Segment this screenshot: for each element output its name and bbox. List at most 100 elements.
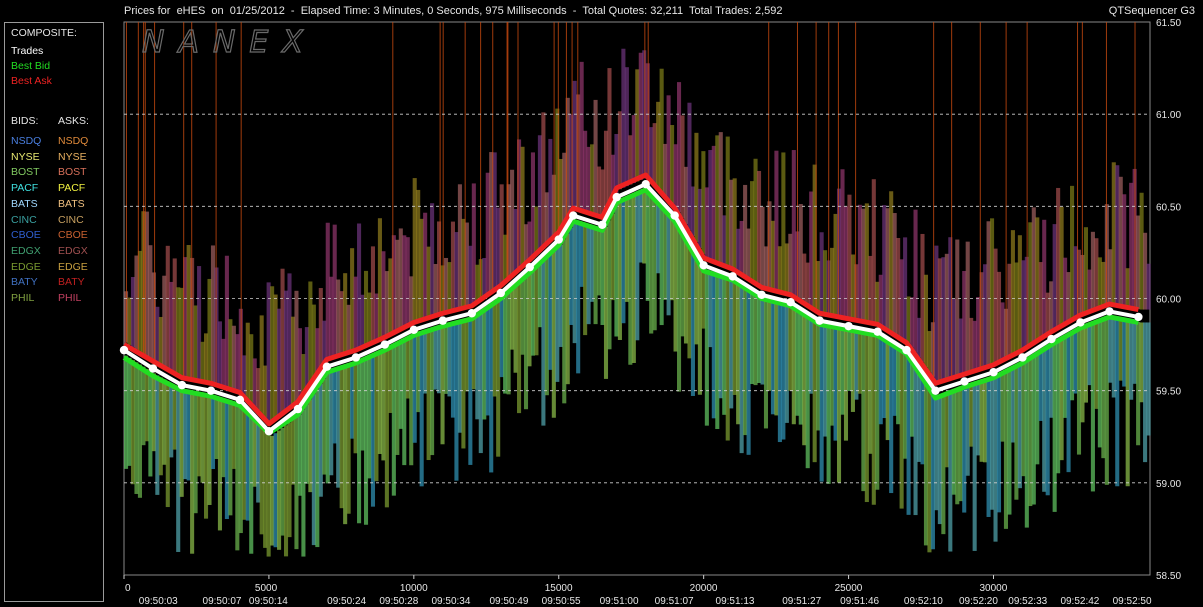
y-tick-label: 61.00 xyxy=(1156,110,1181,121)
time-tick-label: 09:50:49 xyxy=(489,596,528,607)
bid-depth-band xyxy=(819,326,824,482)
bid-depth-band xyxy=(523,277,529,410)
ask-depth-band xyxy=(329,276,334,359)
ask-depth-band xyxy=(1118,176,1123,306)
ask-depth-band xyxy=(722,215,727,266)
bid-depth-band xyxy=(597,228,602,296)
bid-depth-band xyxy=(228,401,233,516)
ask-depth-band xyxy=(777,246,782,292)
ask-depth-band xyxy=(249,334,254,403)
bid-depth-band xyxy=(270,435,275,546)
ask-depth-band xyxy=(419,218,424,321)
ask-depth-band xyxy=(482,258,487,299)
bid-depth-band xyxy=(621,200,626,324)
trade-point xyxy=(264,427,274,436)
bid-depth-band xyxy=(1073,331,1078,394)
ask-depth-band xyxy=(628,135,633,185)
time-tick-label: 09:52:10 xyxy=(904,596,943,607)
bid-depth-band xyxy=(423,332,428,394)
ask-depth-band xyxy=(889,191,894,332)
bid-depth-band xyxy=(1028,359,1033,507)
ask-depth-band xyxy=(318,288,323,372)
time-tick-label: 09:52:33 xyxy=(1008,596,1047,607)
bid-depth-band xyxy=(141,366,146,446)
ask-depth-band xyxy=(944,253,949,381)
bid-depth-band xyxy=(878,337,883,425)
ask-depth-band xyxy=(579,61,584,211)
bid-depth-band xyxy=(367,357,372,479)
bid-depth-band xyxy=(1003,372,1009,529)
time-tick-label: 09:51:00 xyxy=(600,596,639,607)
ask-depth-band xyxy=(443,257,449,313)
bid-depth-band xyxy=(322,379,327,475)
bid-depth-band xyxy=(913,365,918,516)
bid-depth-band xyxy=(1132,321,1137,384)
bid-depth-band xyxy=(280,427,285,536)
ask-depth-band xyxy=(868,255,873,323)
bid-depth-band xyxy=(614,207,619,337)
bid-depth-band xyxy=(990,378,995,510)
ask-depth-band xyxy=(496,207,501,289)
ask-depth-band xyxy=(370,246,376,344)
ask-depth-band xyxy=(930,322,935,377)
ask-depth-band xyxy=(325,222,330,362)
ask-depth-band xyxy=(304,327,309,392)
ask-depth-band xyxy=(485,172,490,297)
ask-depth-band xyxy=(788,233,793,295)
ask-depth-band xyxy=(941,257,946,382)
time-tick-label: 09:50:07 xyxy=(203,596,242,607)
ask-depth-band xyxy=(346,304,351,354)
bid-depth-band xyxy=(628,197,633,365)
ask-depth-band xyxy=(242,355,247,396)
bid-depth-band xyxy=(590,226,595,302)
bid-depth-band xyxy=(391,346,396,496)
bid-depth-band xyxy=(541,261,546,426)
ask-depth-band xyxy=(704,187,709,259)
bid-depth-band xyxy=(743,288,748,436)
x-tick-label: 30000 xyxy=(979,583,1007,594)
bid-depth-band xyxy=(941,394,946,535)
ask-depth-band xyxy=(1056,187,1061,330)
bid-depth-band xyxy=(172,385,177,450)
ask-depth-band xyxy=(367,292,372,345)
bid-depth-band xyxy=(402,341,407,466)
ask-depth-band xyxy=(332,224,337,358)
bid-depth-band xyxy=(485,309,490,416)
ask-depth-band xyxy=(725,136,730,267)
time-tick-label: 09:51:27 xyxy=(782,596,821,607)
ask-depth-band xyxy=(649,127,654,181)
bid-depth-band xyxy=(673,219,678,352)
ask-depth-band xyxy=(774,150,779,291)
trade-point xyxy=(496,288,505,298)
trade-point xyxy=(322,362,332,371)
trade-point xyxy=(235,395,245,405)
time-tick-label: 09:50:24 xyxy=(327,596,366,607)
bid-depth-band xyxy=(624,199,629,302)
bid-depth-band xyxy=(1083,326,1088,403)
bid-depth-band xyxy=(203,394,209,519)
ask-depth-band xyxy=(179,287,184,377)
ask-depth-band xyxy=(544,192,549,246)
bid-depth-band xyxy=(996,375,1002,513)
bid-depth-band xyxy=(579,223,584,287)
ask-depth-band xyxy=(203,333,209,382)
bid-depth-band xyxy=(471,318,476,390)
ask-depth-band xyxy=(802,253,807,303)
ask-depth-band xyxy=(875,281,880,324)
bid-depth-band xyxy=(562,239,567,404)
time-tick-label: 09:50:03 xyxy=(139,596,178,607)
ask-depth-band xyxy=(280,268,285,415)
bid-depth-band xyxy=(847,331,852,392)
trade-point xyxy=(409,325,419,335)
trade-point xyxy=(1134,312,1143,322)
bid-depth-band xyxy=(607,220,612,350)
bid-depth-band xyxy=(892,346,897,416)
ask-depth-band xyxy=(377,218,382,341)
bid-depth-band xyxy=(430,330,435,456)
bid-depth-band xyxy=(426,331,431,461)
ask-depth-band xyxy=(663,143,668,196)
ask-depth-band xyxy=(200,341,205,382)
bid-depth-band xyxy=(290,419,296,485)
bid-depth-band xyxy=(544,258,549,396)
bid-depth-band xyxy=(363,359,369,525)
